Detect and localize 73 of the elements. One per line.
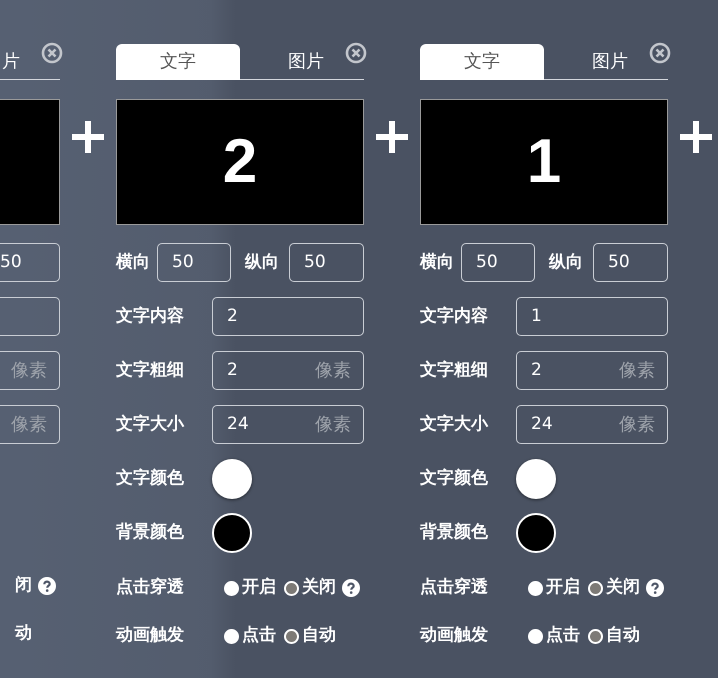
- preview-text: 1: [526, 131, 562, 193]
- close-icon[interactable]: [41, 42, 63, 64]
- radio-button[interactable]: [284, 580, 299, 596]
- field-label: 文字颜色: [420, 467, 488, 490]
- field-label: 纵向: [245, 250, 279, 274]
- option-label[interactable]: 自动: [606, 623, 640, 649]
- radio-button[interactable]: [528, 580, 543, 596]
- field-label: 文字颜色: [116, 467, 184, 490]
- field-label: 纵向: [549, 250, 583, 274]
- radio-button[interactable]: [284, 628, 299, 644]
- close-icon[interactable]: [345, 42, 367, 64]
- field-label: 文字粗细: [116, 358, 184, 382]
- radio-button[interactable]: [588, 580, 603, 596]
- field-label: 点击穿透: [420, 576, 488, 600]
- tab[interactable]: 图片: [544, 44, 668, 80]
- plus-icon[interactable]: [678, 119, 714, 155]
- unit-label: 像素: [619, 413, 655, 437]
- input-field[interactable]: 50: [0, 243, 60, 282]
- unit-label: 像素: [11, 359, 47, 383]
- input-field[interactable]: 50: [461, 243, 535, 282]
- plus-icon[interactable]: [70, 119, 106, 155]
- option-label[interactable]: 关闭: [606, 575, 640, 601]
- option-label[interactable]: 关闭: [302, 575, 336, 601]
- unit-label: 像素: [11, 413, 47, 437]
- field-label: 动画触发: [420, 624, 488, 648]
- input-field[interactable]: 50: [593, 243, 668, 282]
- field-label: 文字内容: [420, 304, 488, 328]
- option-label[interactable]: 点击: [546, 623, 580, 649]
- input-field[interactable]: 2 像素: [516, 351, 668, 390]
- help-icon[interactable]: [342, 579, 360, 597]
- radio-button[interactable]: [588, 628, 603, 644]
- field-label: 文字大小: [116, 412, 184, 436]
- unit-label: 像素: [315, 359, 351, 383]
- option-label[interactable]: 开启: [546, 575, 580, 601]
- help-icon[interactable]: [646, 579, 664, 597]
- tab[interactable]: 片: [0, 44, 60, 80]
- color-swatch[interactable]: [516, 459, 556, 499]
- input-field[interactable]: 50: [289, 243, 364, 282]
- field-label: 横向: [116, 250, 150, 274]
- field-label: 背景颜色: [420, 521, 488, 544]
- plus-icon[interactable]: [374, 119, 410, 155]
- option-label[interactable]: 闭: [15, 573, 32, 599]
- input-field[interactable]: 2: [212, 297, 364, 336]
- tab[interactable]: 文字: [420, 44, 544, 80]
- input-field[interactable]: 24 像素: [212, 405, 364, 444]
- input-field[interactable]: 1: [516, 297, 668, 336]
- field-label: 背景颜色: [116, 521, 184, 544]
- radio-button[interactable]: [224, 628, 239, 644]
- color-swatch[interactable]: [516, 513, 556, 553]
- field-label: 文字内容: [116, 304, 184, 328]
- help-icon[interactable]: [38, 577, 56, 595]
- input-field[interactable]: 2 像素: [212, 351, 364, 390]
- field-label: 文字大小: [420, 412, 488, 436]
- input-field[interactable]: 50: [157, 243, 231, 282]
- close-icon[interactable]: [649, 42, 671, 64]
- option-label[interactable]: 动: [15, 621, 32, 647]
- unit-label: 像素: [315, 413, 351, 437]
- tab[interactable]: 文字: [116, 44, 240, 80]
- field-label: 点击穿透: [116, 576, 184, 600]
- option-label[interactable]: 开启: [242, 575, 276, 601]
- field-label: 文字粗细: [420, 358, 488, 382]
- tab[interactable]: 图片: [240, 44, 364, 80]
- unit-label: 像素: [619, 359, 655, 383]
- option-label[interactable]: 点击: [242, 623, 276, 649]
- color-swatch[interactable]: [212, 459, 252, 499]
- color-swatch[interactable]: [212, 513, 252, 553]
- input-field[interactable]: 24 像素: [516, 405, 668, 444]
- option-label[interactable]: 自动: [302, 623, 336, 649]
- radio-button[interactable]: [528, 628, 543, 644]
- field-label: 动画触发: [116, 624, 184, 648]
- radio-button[interactable]: [224, 580, 239, 596]
- preview-text: 2: [222, 131, 258, 193]
- field-label: 横向: [420, 250, 454, 274]
